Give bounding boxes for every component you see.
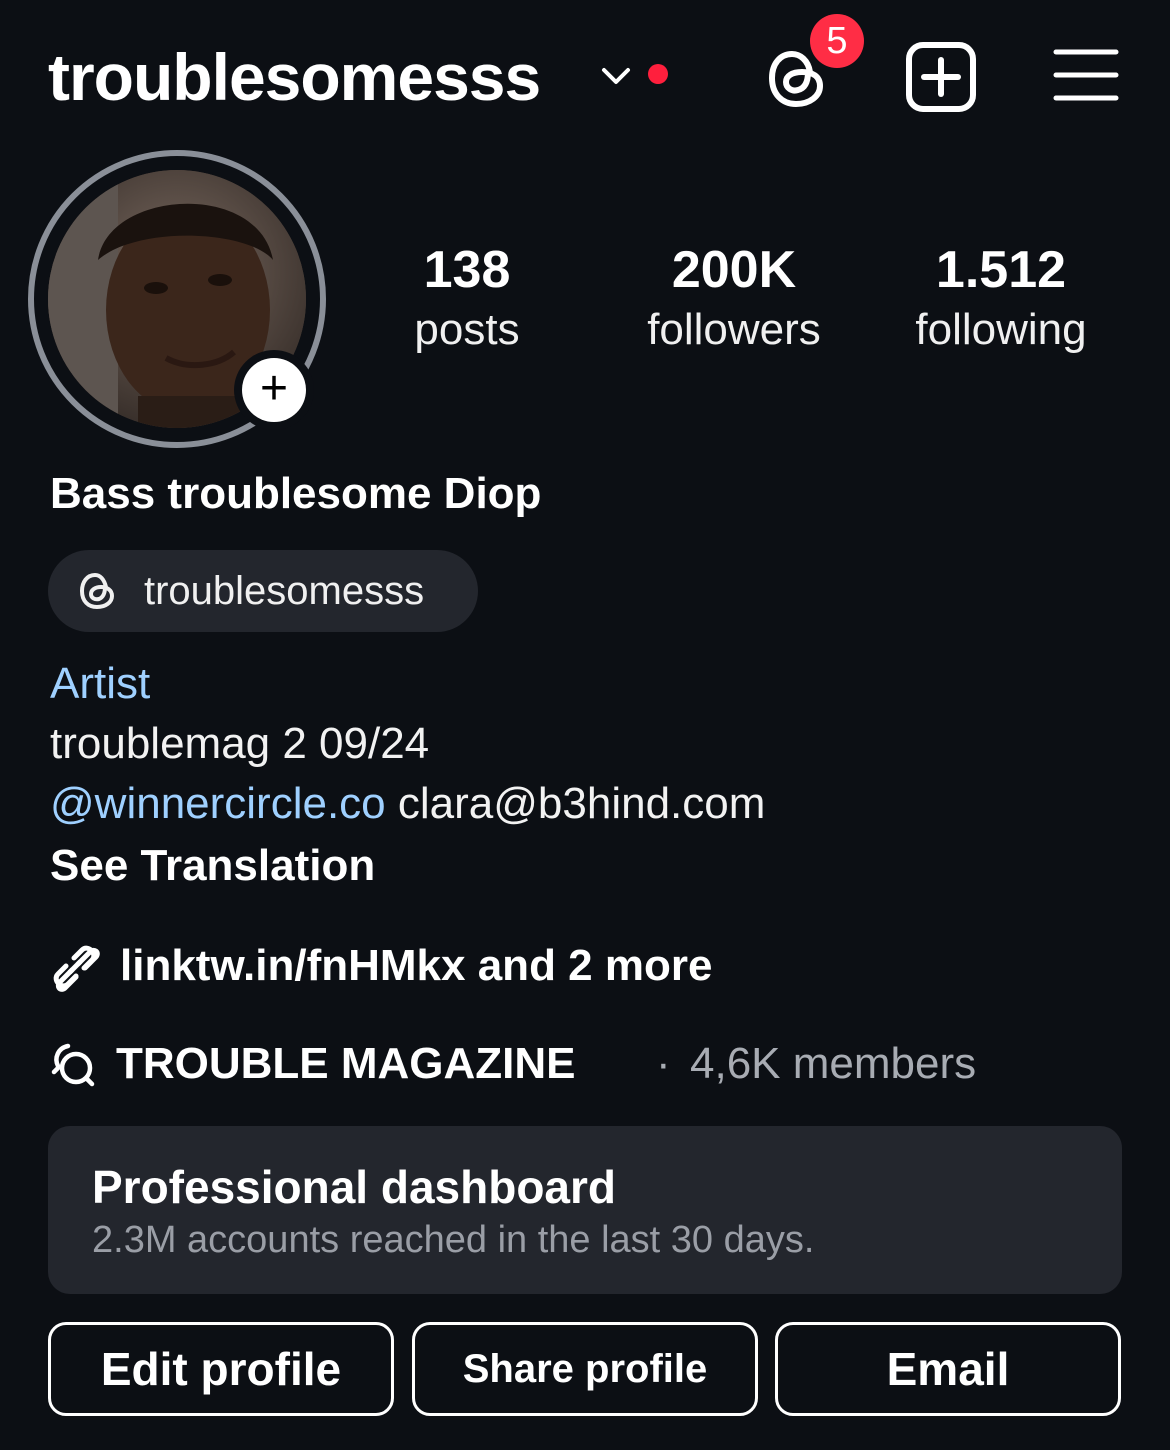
chevron-down-icon[interactable] [598,58,634,94]
stat-value: 1.512 [935,241,1067,299]
threads-icon [79,572,115,610]
stat-following[interactable]: 1.512 following [881,238,1121,358]
professional-dashboard-card[interactable]: Professional dashboard 2.3M accounts rea… [48,1126,1122,1294]
new-post-icon[interactable] [904,40,978,114]
share-profile-button[interactable]: Share profile [412,1322,758,1416]
separator-dot: · [656,1039,671,1088]
dashboard-subtitle: 2.3M accounts reached in the last 30 day… [92,1219,815,1261]
profile-username[interactable]: troublesomesss [48,32,541,122]
stat-value: 200K [671,241,797,299]
email-button[interactable]: Email [775,1322,1121,1416]
link-icon [53,945,100,992]
add-story-button[interactable]: + [234,350,314,430]
bio-email: clara@b3hind.com [397,779,766,828]
stat-value: 138 [423,241,511,299]
channel-name: TROUBLE MAGAZINE [116,1039,576,1088]
profile-category: Artist [50,659,151,708]
stat-label: followers [647,305,821,354]
notification-badge: 5 [810,14,864,68]
stat-posts[interactable]: 138 posts [347,238,587,358]
bio-mention-link[interactable]: @winnercircle.co [50,779,386,828]
bio-line: troublemag 2 09/24 [50,719,430,768]
see-translation-link[interactable]: See Translation [50,838,375,894]
bio-line: @winnercircle.co clara@b3hind.com [50,776,765,832]
stat-label: posts [414,305,520,354]
stat-followers[interactable]: 200K followers [614,238,854,358]
bio-link-text: linktw.in/fnHMkx and 2 more [120,941,713,990]
plus-icon: + [242,358,306,422]
menu-icon[interactable] [1052,46,1120,106]
full-name: Bass troublesome Diop [50,469,542,518]
threads-profile-link[interactable]: troublesomesss [48,550,478,632]
unread-dot [648,64,668,84]
edit-profile-button[interactable]: Edit profile [48,1322,394,1416]
stat-label: following [915,305,1087,354]
channel-chat-icon [51,1043,95,1087]
threads-handle: troublesomesss [144,569,425,613]
channel-members: 4,6K members [690,1039,977,1088]
dashboard-title: Professional dashboard [92,1161,617,1213]
